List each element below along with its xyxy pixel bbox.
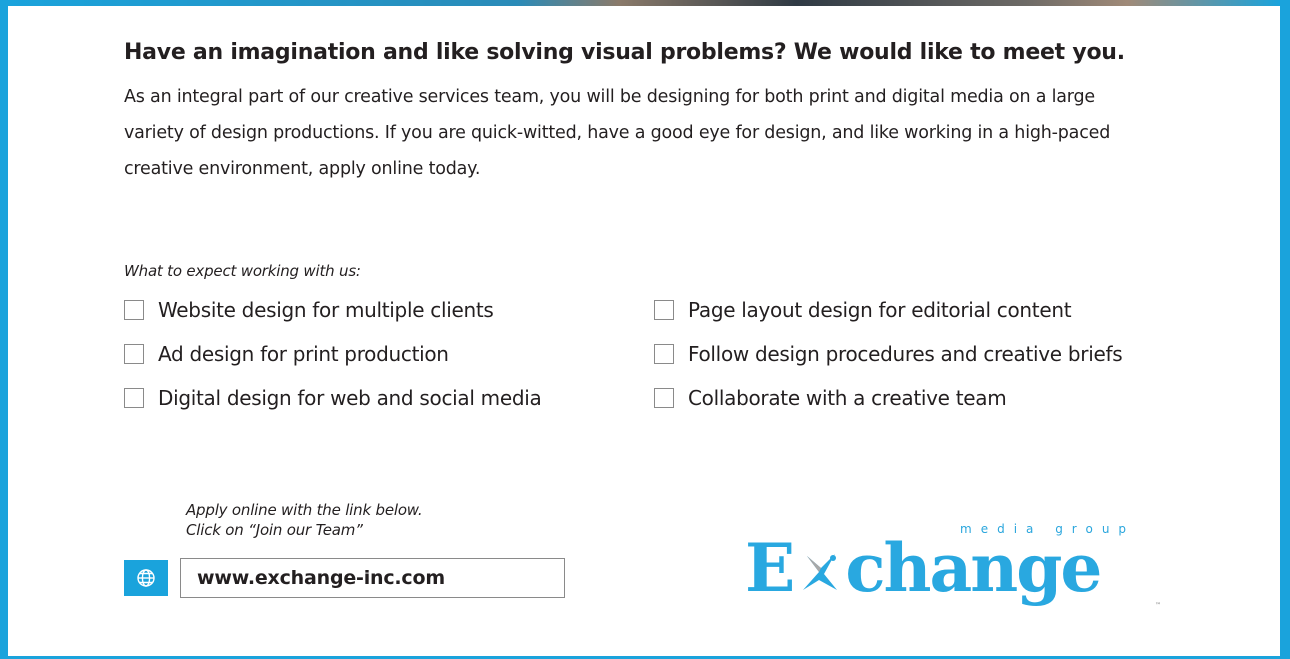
- checklist-item[interactable]: Website design for multiple clients: [124, 298, 654, 322]
- intro-paragraph: As an integral part of our creative serv…: [124, 87, 1111, 179]
- website-link[interactable]: www.exchange-inc.com: [180, 558, 565, 598]
- checklist-label: Page layout design for editorial content: [688, 298, 1072, 322]
- left-border: [0, 0, 8, 659]
- checklist-label: Collaborate with a creative team: [688, 386, 1007, 410]
- expect-label: What to expect working with us:: [124, 262, 361, 280]
- checkbox[interactable]: [654, 388, 674, 408]
- globe-icon: [124, 560, 168, 596]
- checkbox[interactable]: [654, 344, 674, 364]
- trademark-symbol: ™: [1155, 602, 1161, 609]
- apply-line-1: Apply online with the link below.: [186, 501, 423, 519]
- checklist-item[interactable]: Page layout design for editorial content: [654, 298, 1184, 322]
- checklist-label: Website design for multiple clients: [158, 298, 494, 322]
- checklist-label: Follow design procedures and creative br…: [688, 342, 1123, 366]
- checklist-item[interactable]: Collaborate with a creative team: [654, 386, 1184, 410]
- exchange-logo: media group Echange ™: [745, 522, 1165, 612]
- expectations-checklist: Website design for multiple clients Page…: [124, 298, 1204, 410]
- headline: Have an imagination and like solving vis…: [124, 40, 1125, 65]
- website-url[interactable]: www.exchange-inc.com: [197, 567, 445, 589]
- apply-line-2: Click on “Join our Team”: [186, 521, 363, 539]
- checklist-label: Ad design for print production: [158, 342, 449, 366]
- checklist-item[interactable]: Follow design procedures and creative br…: [654, 342, 1184, 366]
- top-image-strip: [8, 0, 1280, 6]
- checkbox[interactable]: [654, 300, 674, 320]
- checklist-label: Digital design for web and social media: [158, 386, 542, 410]
- checklist-item[interactable]: Digital design for web and social media: [124, 386, 654, 410]
- checkbox[interactable]: [124, 344, 144, 364]
- right-border: [1280, 0, 1290, 659]
- logo-letter-e: E: [745, 529, 795, 607]
- checklist-item[interactable]: Ad design for print production: [124, 342, 654, 366]
- apply-instructions: Apply online with the link below. Click …: [186, 500, 423, 540]
- checkbox[interactable]: [124, 388, 144, 408]
- star-figure-icon: [803, 554, 837, 590]
- checkbox[interactable]: [124, 300, 144, 320]
- logo-word-change: change: [845, 529, 1102, 607]
